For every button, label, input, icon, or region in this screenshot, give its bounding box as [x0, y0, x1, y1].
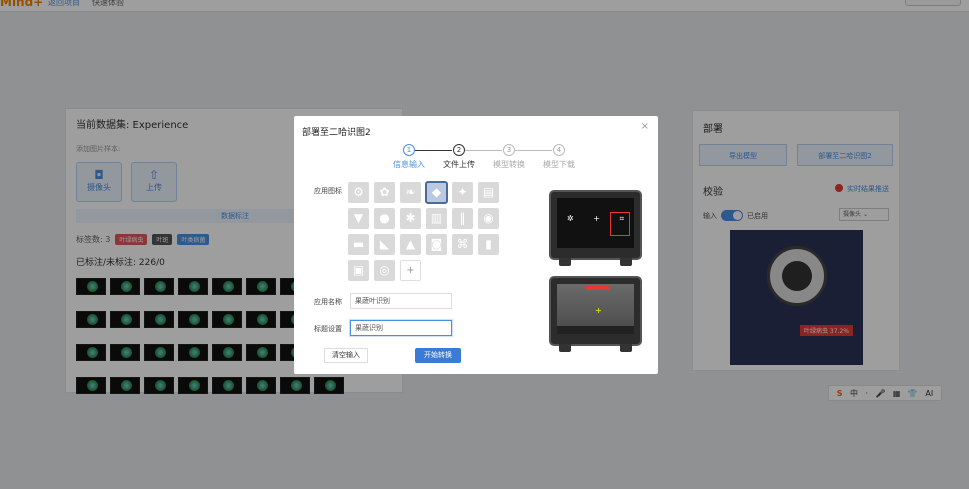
device-foot	[559, 258, 571, 266]
stepper: 1 信息输入 2 文件上传 3 模型转换 4 模型下载	[384, 144, 575, 174]
device-screen: +	[557, 284, 634, 334]
ruler-icon[interactable]: ◣	[374, 234, 395, 255]
fruit-icon[interactable]: ●	[374, 208, 395, 229]
step-3: 3 模型转换	[484, 144, 534, 170]
selection-highlight	[610, 212, 630, 236]
mango-icon[interactable]: ◆	[425, 181, 448, 204]
device-foot	[559, 344, 571, 352]
app-name-label: 应用名称	[314, 298, 342, 306]
car-icon[interactable]: ▣	[348, 260, 369, 281]
device-screen: ✲ + ⌗	[557, 198, 634, 248]
step-4-number: 4	[553, 144, 565, 156]
step-4-label: 模型下载	[543, 160, 575, 169]
bottles-icon[interactable]: ▮	[478, 234, 499, 255]
clear-input-button[interactable]: 清空输入	[324, 348, 368, 363]
flower-icon[interactable]: ✿	[374, 182, 395, 203]
trash-icon[interactable]: ▥	[426, 208, 447, 229]
step-1: 1 信息输入	[384, 144, 434, 170]
shirt-icon[interactable]: ▲	[400, 234, 421, 255]
reel-icon[interactable]: ◎	[374, 260, 395, 281]
desk-icon[interactable]: ▬	[348, 234, 369, 255]
device-camera-preview: +	[549, 276, 642, 352]
step-2-label: 文件上传	[443, 160, 475, 169]
plus-icon: +	[593, 214, 600, 223]
start-convert-button[interactable]: 开始转换	[415, 348, 461, 363]
mouse-icon[interactable]: ◉	[478, 208, 499, 229]
title-input[interactable]: 果蔬识别	[350, 320, 452, 336]
step-2: 2 文件上传	[434, 144, 484, 170]
bottle-icon[interactable]: ‖	[452, 208, 473, 229]
book-icon[interactable]: ▤	[478, 182, 499, 203]
cup-icon[interactable]: ▼	[348, 208, 369, 229]
close-icon[interactable]: ×	[641, 121, 649, 132]
step-4: 4 模型下载	[534, 144, 584, 170]
step-3-label: 模型转换	[493, 160, 525, 169]
gear-icon[interactable]: ⚙	[348, 182, 369, 203]
title-setting-label: 标题设置	[314, 325, 342, 333]
step-1-number: 1	[403, 144, 415, 156]
app-icon-label: 应用图标	[314, 187, 342, 195]
device-bottom-bar	[557, 326, 634, 334]
device-title-tag	[585, 286, 609, 290]
bug-icon[interactable]: ✱	[400, 208, 421, 229]
step-1-label: 信息输入	[393, 160, 425, 169]
gear-icon: ✲	[566, 214, 574, 223]
step-3-number: 3	[503, 144, 515, 156]
step-2-number: 2	[453, 144, 465, 156]
camera-icon[interactable]: ◙	[426, 234, 447, 255]
paw-icon[interactable]: ✦	[452, 182, 473, 203]
leaf-icon[interactable]: ❧	[400, 182, 421, 203]
deploy-modal: 部署至二哈识图2 × 1 信息输入 2 文件上传 3 模型转换 4 模型下载 应…	[294, 116, 658, 374]
app-icon-grid: ⚙ ✿ ❧ ◆ ✦ ▤ ▼ ● ✱ ▥ ‖ ◉ ▬ ◣ ▲ ◙ ⌘ ▮ ▣ ◎ +	[348, 181, 508, 286]
device-menu-preview: ✲ + ⌗	[549, 190, 642, 266]
crosshair-icon: +	[595, 306, 602, 315]
add-icon-button[interactable]: +	[400, 260, 421, 281]
device-foot	[620, 344, 632, 352]
chip-icon[interactable]: ⌘	[452, 234, 473, 255]
modal-title: 部署至二哈识图2	[302, 128, 371, 138]
app-name-input[interactable]: 果蔬叶识别	[350, 293, 452, 309]
device-foot	[620, 258, 632, 266]
